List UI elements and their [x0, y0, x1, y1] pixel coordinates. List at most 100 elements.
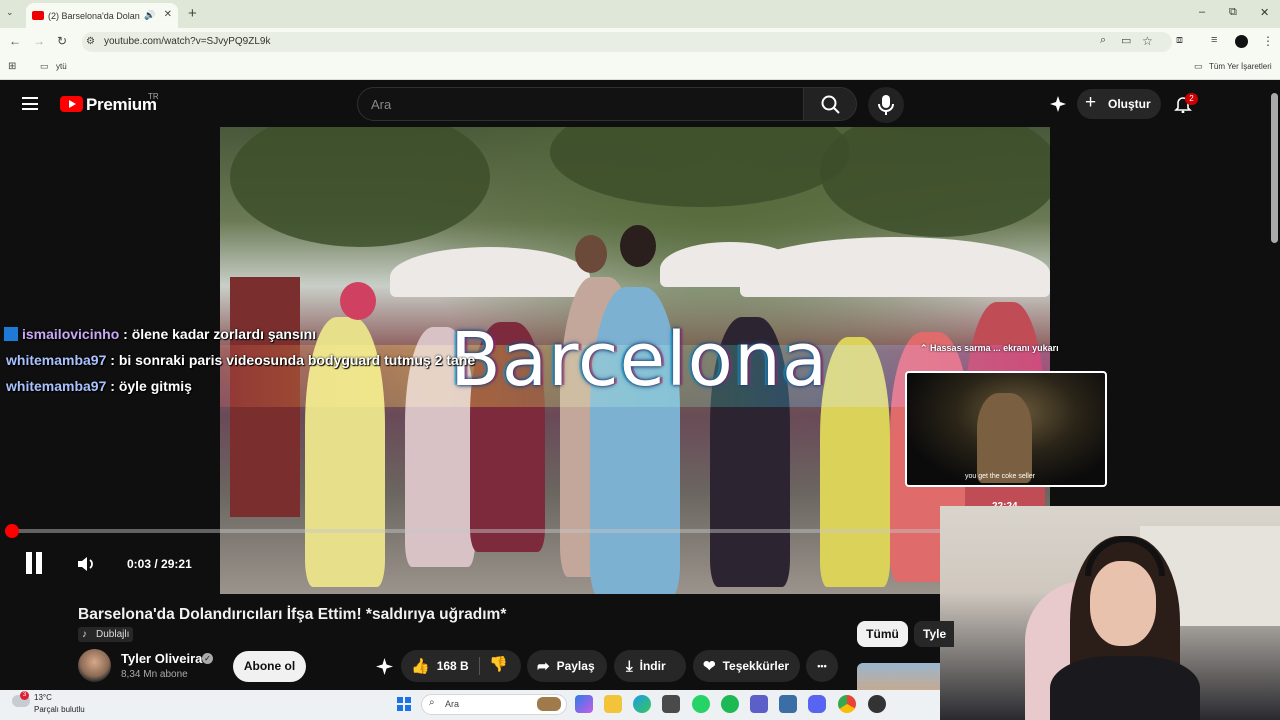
share-button[interactable]: ➦ Paylaş	[527, 650, 607, 682]
filter-chip-channel[interactable]: Tyle	[914, 621, 954, 647]
more-actions-button[interactable]: •••	[806, 650, 838, 682]
url-text[interactable]: youtube.com/watch?v=SJvyPQ9ZL9k	[104, 36, 270, 47]
search-highlight-icon	[537, 697, 561, 711]
edge-icon[interactable]	[633, 695, 651, 713]
apps-grid-icon[interactable]: ⊞	[8, 61, 16, 72]
copilot-icon[interactable]	[575, 695, 593, 713]
file-explorer-icon[interactable]	[604, 695, 622, 713]
notification-badge: 2	[1185, 93, 1198, 105]
bookmark-star-icon[interactable]: ☆	[1142, 34, 1153, 48]
preview-hint: ⌃ Hassas sarma ... ekranı yukarı	[920, 343, 1059, 353]
site-info-icon[interactable]: ⚙	[86, 36, 95, 47]
chrome-icon[interactable]	[838, 695, 856, 713]
weather-description[interactable]: Parçalı bulutlu	[34, 705, 85, 714]
search-input[interactable]	[357, 87, 804, 121]
voice-search-button[interactable]	[868, 87, 904, 123]
video-overlay-title: Barcelona	[450, 317, 829, 403]
divider	[479, 657, 480, 675]
duration: 29:21	[161, 557, 192, 571]
close-window-button[interactable]: ✕	[1260, 6, 1269, 19]
progress-bar[interactable]	[12, 529, 1012, 533]
cast-icon[interactable]: ▭	[1121, 34, 1131, 47]
bookmark-folder[interactable]: ytü	[56, 62, 67, 71]
channel-avatar[interactable]	[78, 649, 111, 682]
youtube-logo-icon[interactable]	[60, 96, 83, 112]
volume-icon[interactable]	[76, 555, 96, 573]
chat-username: whitemamba97	[6, 352, 107, 368]
chat-username: ismailovicinho	[22, 326, 120, 342]
tab-search-icon[interactable]: ⌄	[6, 7, 14, 18]
plus-icon: +	[1085, 92, 1097, 113]
search-icon: ⌕	[429, 697, 435, 708]
recommended-video-thumbnail[interactable]	[857, 663, 940, 693]
chat-text: : öyle gitmiş	[106, 378, 192, 394]
zoom-icon[interactable]: ⌕	[1100, 34, 1106, 47]
trees	[550, 127, 850, 207]
forward-icon[interactable]: →	[33, 34, 45, 48]
country-code: TR	[148, 92, 159, 101]
scrollbar-thumb[interactable]	[1271, 93, 1278, 243]
time-separator: /	[151, 557, 162, 571]
back-icon[interactable]: ←	[9, 34, 21, 48]
search-placeholder: Ara	[371, 97, 392, 112]
share-icon: ➦	[537, 658, 550, 675]
dislike-icon[interactable]: 👎	[489, 655, 508, 673]
extensions-icon[interactable]: ⧈	[1176, 34, 1183, 47]
microphone-icon	[878, 95, 894, 115]
market-umbrella	[740, 237, 1050, 297]
search-button[interactable]	[803, 87, 857, 121]
windows-start-icon[interactable]	[397, 697, 411, 711]
thanks-button[interactable]: ❤ Teşekkürler	[693, 650, 800, 682]
all-bookmarks[interactable]: Tüm Yer İşaretleri	[1209, 62, 1272, 71]
dubbed-icon: ♪	[82, 629, 87, 640]
profile-avatar[interactable]	[1235, 35, 1248, 48]
reading-list-icon[interactable]: ≡	[1211, 34, 1217, 46]
download-button[interactable]: ⤓ İndir	[614, 650, 686, 682]
reload-icon[interactable]: ↻	[57, 34, 67, 48]
browser-tab[interactable]: (2) Barselona'da Dolandırıcı 🔊 ✕	[26, 3, 178, 28]
new-tab-button[interactable]: +	[188, 5, 197, 22]
filter-chip-all[interactable]: Tümü	[857, 621, 908, 647]
brand-label[interactable]: Premium	[86, 95, 157, 115]
scrub-preview-thumbnail: you get the coke seller	[905, 371, 1107, 487]
minimize-button[interactable]: –	[1199, 6, 1205, 18]
like-count[interactable]: 168 B	[437, 659, 469, 673]
subscribe-button[interactable]: Abone ol	[233, 651, 306, 682]
dubbed-label: Dublajlı	[96, 629, 130, 640]
pedestrian-head	[620, 225, 656, 267]
scrubber-handle[interactable]	[5, 524, 19, 538]
preview-caption: you get the coke seller	[965, 473, 1036, 480]
like-dislike-group: 👍 168 B 👎	[401, 650, 521, 682]
verified-icon: ✓	[202, 653, 213, 664]
folder-icon: ▭	[40, 61, 49, 71]
chat-text: : ölene kadar zorlardı şansını	[119, 326, 317, 342]
weather-badge: 3	[20, 691, 29, 700]
streamer-body	[1050, 656, 1200, 720]
temperature[interactable]: 13°C	[34, 693, 52, 702]
channel-name[interactable]: Tyler Oliveira	[121, 651, 202, 666]
sparkle-icon[interactable]	[375, 657, 394, 676]
subscriber-count: 8,34 Mn abone	[121, 669, 188, 680]
chat-username: whitemamba97	[6, 378, 107, 394]
menu-icon[interactable]	[22, 97, 38, 110]
download-icon: ⤓	[626, 657, 633, 675]
download-label: İndir	[639, 659, 666, 673]
create-label: Oluştur	[1108, 97, 1151, 111]
tab-audio-icon[interactable]: 🔊	[144, 10, 155, 21]
like-icon[interactable]: 👍	[411, 657, 430, 675]
restore-button[interactable]: ⧉	[1229, 6, 1237, 19]
sparkle-icon[interactable]	[1049, 95, 1067, 113]
browser-menu-icon[interactable]: ⋮	[1262, 34, 1274, 48]
taskbar-search-label: Ara	[445, 699, 460, 709]
discord-icon[interactable]	[808, 695, 826, 713]
spotify-icon[interactable]	[721, 695, 739, 713]
market-umbrella	[390, 247, 590, 297]
teams-icon[interactable]	[750, 695, 768, 713]
app-icon[interactable]	[868, 695, 886, 713]
app-icon[interactable]	[779, 695, 797, 713]
dubbed-badge: ♪ Dublajlı	[78, 627, 134, 642]
store-icon[interactable]	[662, 695, 680, 713]
pause-button[interactable]	[24, 552, 44, 574]
tab-close-icon[interactable]: ✕	[164, 9, 172, 20]
whatsapp-icon[interactable]	[692, 695, 710, 713]
